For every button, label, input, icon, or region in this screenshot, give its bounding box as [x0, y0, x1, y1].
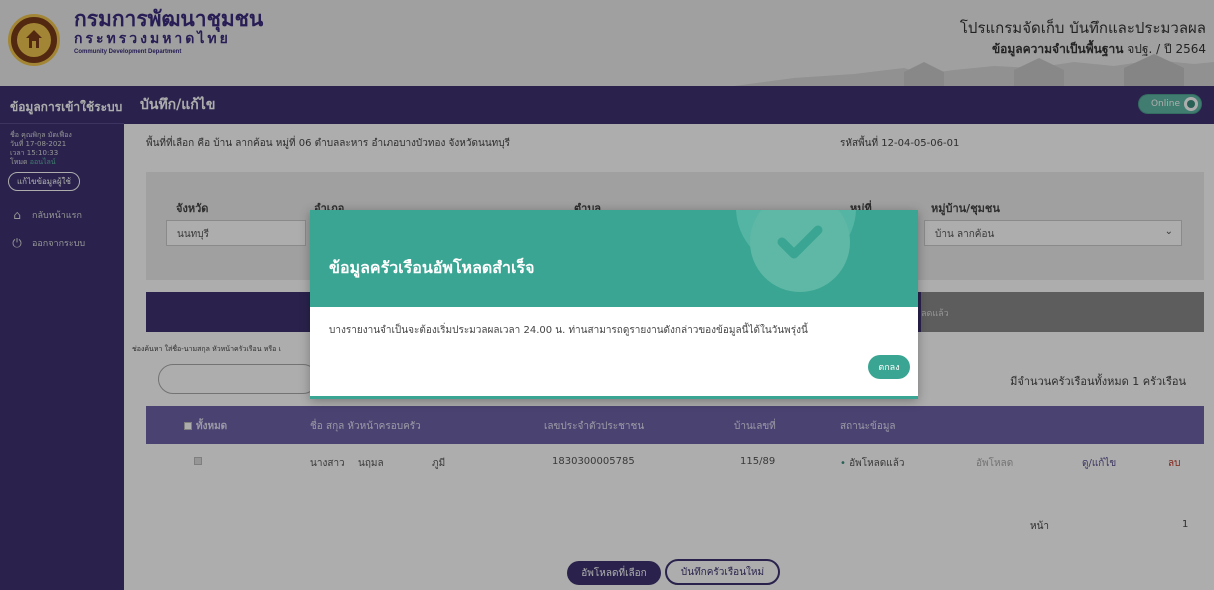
dialog-bottom-border — [310, 396, 918, 399]
dialog-message: บางรายงานจำเป็นจะต้องเริ่มประมวลผลเวลา 2… — [329, 325, 808, 336]
dialog-title: ข้อมูลครัวเรือนอัพโหลดสำเร็จ — [329, 258, 535, 277]
dialog-header: ข้อมูลครัวเรือนอัพโหลดสำเร็จ — [310, 210, 918, 307]
upload-success-dialog: ข้อมูลครัวเรือนอัพโหลดสำเร็จ บางรายงานจำ… — [310, 210, 918, 399]
success-check-icon — [750, 210, 850, 292]
ok-button[interactable]: ตกลง — [868, 355, 910, 379]
